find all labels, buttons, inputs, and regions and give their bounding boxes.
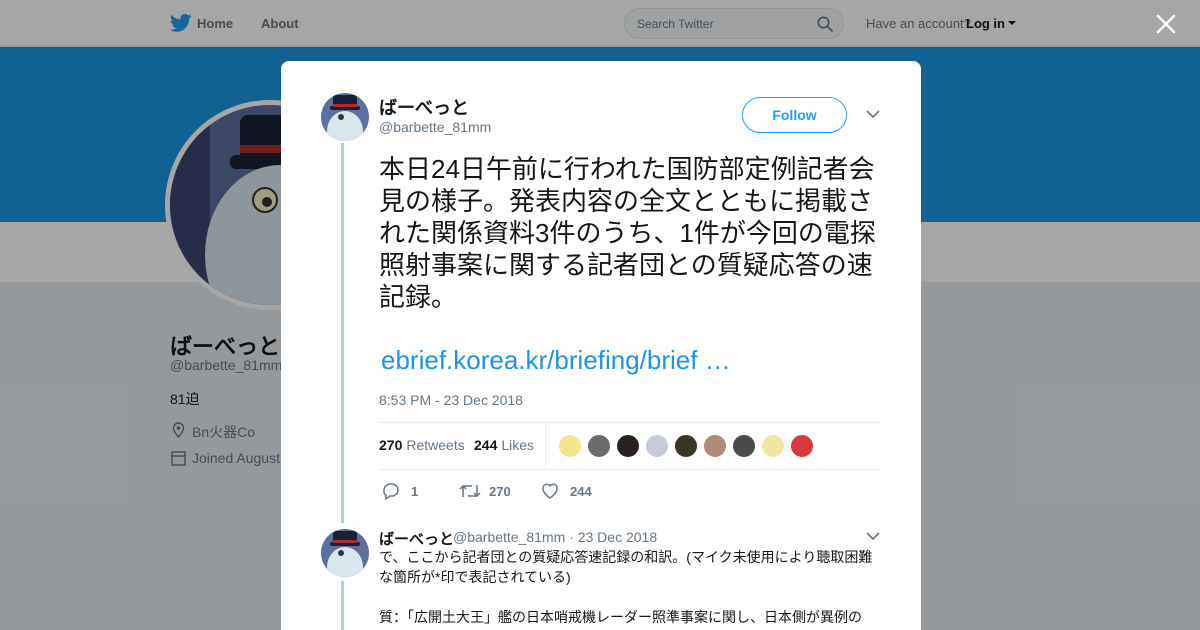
retweets-label: Retweets	[406, 437, 465, 453]
likes-stat[interactable]: 244 Likes	[474, 437, 534, 453]
retweets-stat[interactable]: 270 Retweets	[379, 437, 465, 453]
liker-avatar[interactable]	[587, 434, 611, 458]
tweet-text: 本日24日午前に行われた国防部定例記者会見の様子。発表内容の全文とともに掲載され…	[379, 154, 876, 312]
liker-avatar[interactable]	[703, 434, 727, 458]
reply-count: 1	[411, 484, 419, 499]
reply-icon	[383, 483, 399, 501]
liker-avatar[interactable]	[790, 434, 814, 458]
author-handle[interactable]: @barbette_81mm	[379, 119, 491, 135]
liker-avatar[interactable]	[674, 434, 698, 458]
tweet-timestamp[interactable]: 8:53 PM - 23 Dec 2018	[379, 392, 523, 408]
tweet-modal: ばーべっと @barbette_81mm Follow 本日24日午前に行われた…	[281, 61, 921, 630]
liker-avatar[interactable]	[558, 434, 582, 458]
like-count: 244	[570, 484, 592, 499]
divider	[545, 422, 546, 469]
reply-text: で、ここから記者団との質疑応答速記録の和訳。(マイク未使用により聴取困難な箇所が…	[379, 549, 873, 585]
reply-meta[interactable]: @barbette_81mm · 23 Dec 2018	[453, 529, 657, 545]
chevron-down-icon[interactable]	[866, 109, 880, 119]
close-icon[interactable]	[1154, 12, 1178, 36]
divider	[379, 422, 881, 423]
divider	[379, 469, 881, 470]
thread-line	[341, 143, 344, 523]
tweet-link[interactable]: ebrief.korea.kr/briefing/brief …	[381, 345, 731, 376]
heart-icon	[542, 483, 558, 499]
author-avatar[interactable]	[321, 93, 369, 141]
retweets-count: 270	[379, 437, 403, 453]
retweet-icon	[459, 484, 481, 498]
reply-author-name[interactable]: ばーべっと	[379, 528, 454, 549]
liker-avatar[interactable]	[732, 434, 756, 458]
follow-button[interactable]: Follow	[742, 97, 847, 133]
liker-avatar[interactable]	[645, 434, 669, 458]
reply-text: 質：「広開土大王」艦の日本哨戒機レーダー照準事案に関し、日本側が異例の	[379, 609, 862, 625]
thread-line	[341, 581, 344, 630]
chevron-down-icon[interactable]	[866, 531, 880, 541]
retweet-count: 270	[489, 484, 511, 499]
likes-label: Likes	[501, 437, 535, 453]
liker-avatar[interactable]	[761, 434, 785, 458]
liker-avatar[interactable]	[616, 434, 640, 458]
likes-count: 244	[474, 437, 498, 453]
reply-author-avatar[interactable]	[321, 529, 369, 577]
author-name[interactable]: ばーべっと	[379, 94, 469, 120]
